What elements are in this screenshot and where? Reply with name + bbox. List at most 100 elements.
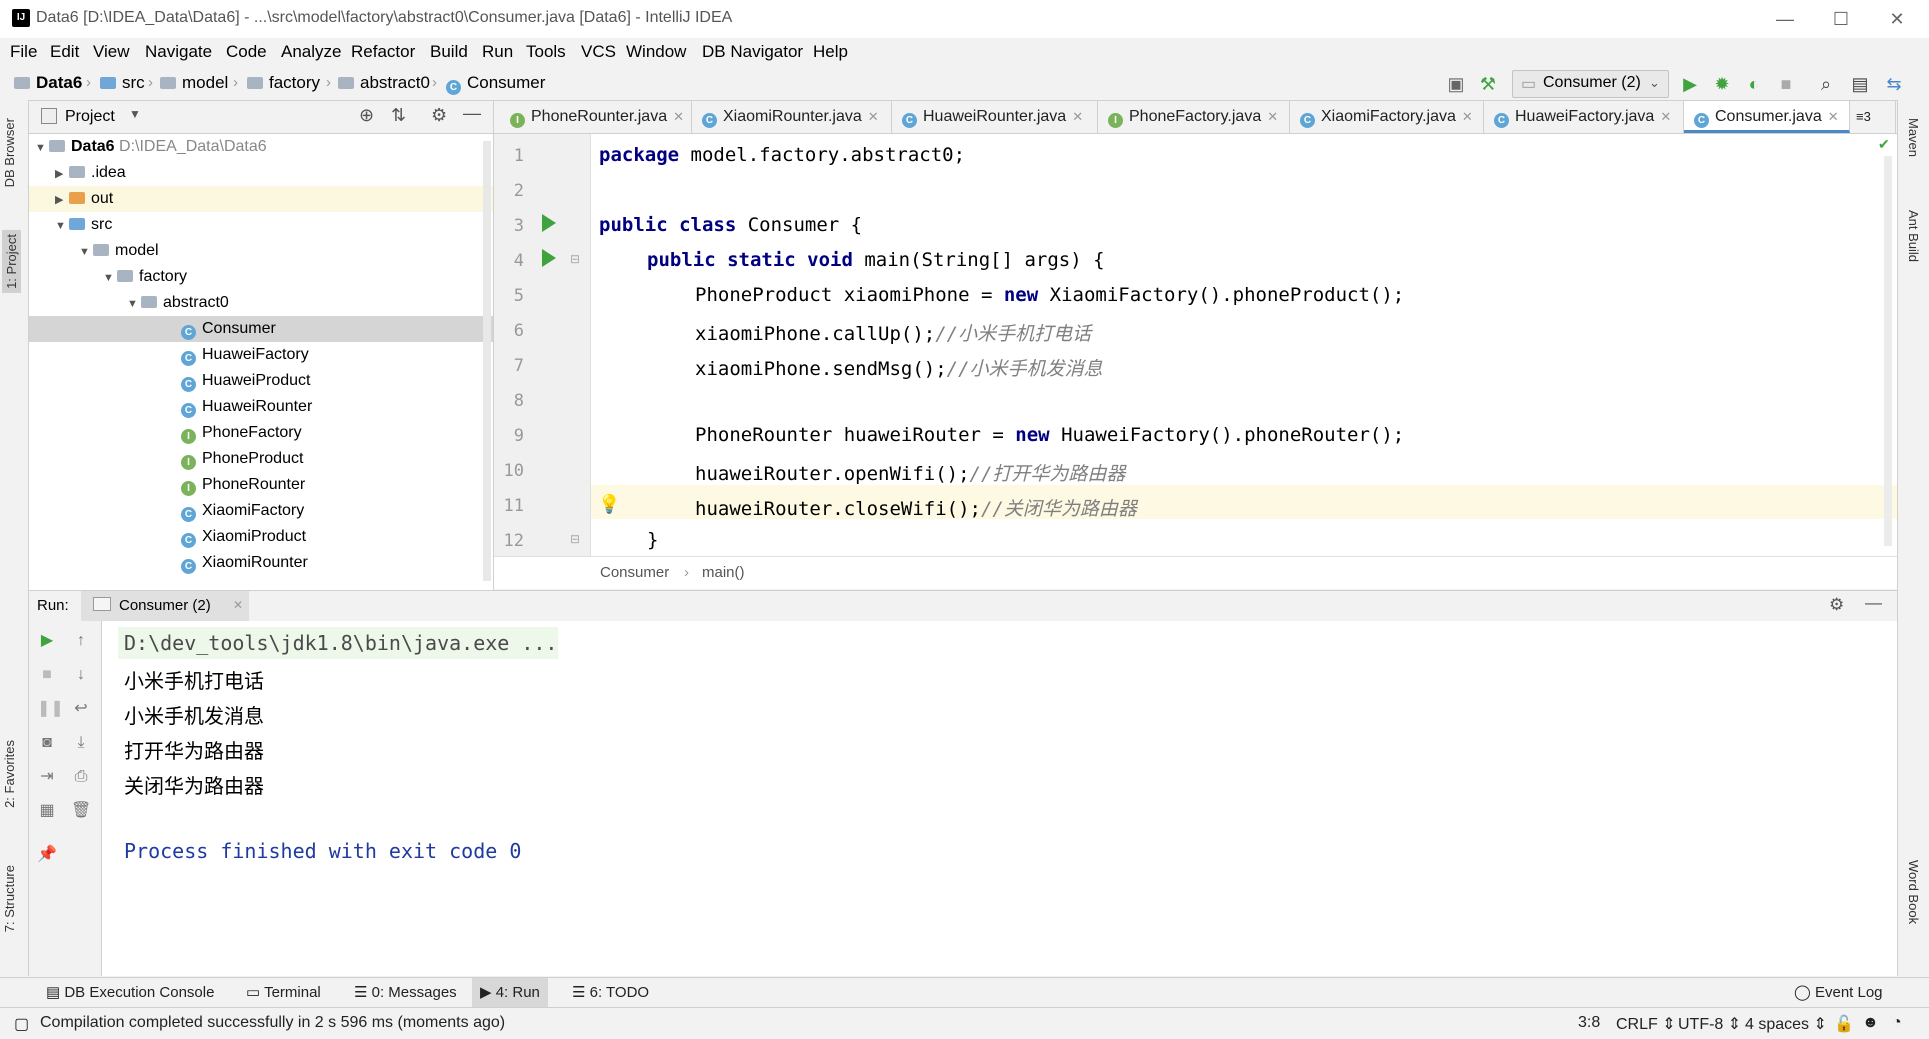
stop-icon[interactable]: ■ [37, 665, 57, 685]
tab-xiaomifactory[interactable]: C XiaomiFactory.java ✕ [1290, 101, 1484, 133]
run-configuration-select[interactable]: ▭ Consumer (2) ⌄ [1512, 70, 1669, 98]
close-icon[interactable]: ✕ [1267, 109, 1278, 124]
tab-xiaomirounter[interactable]: C XiaomiRounter.java ✕ [692, 101, 892, 133]
breadcrumb-consumer[interactable]: C Consumer [446, 73, 545, 95]
breadcrumb-factory[interactable]: factory [247, 73, 320, 93]
tree-item-out[interactable]: ▶ out [29, 186, 493, 212]
project-structure-icon[interactable]: ▣ [1444, 72, 1468, 96]
tree-item-idea[interactable]: ▶ .idea [29, 160, 493, 186]
menu-tools[interactable]: Tools [526, 42, 566, 62]
tree-item-model[interactable]: ▼ model [29, 238, 493, 264]
close-icon[interactable]: ✕ [673, 109, 684, 124]
fold-icon[interactable]: ⊟ [570, 532, 580, 546]
arrow-down-icon[interactable]: ↓ [71, 665, 91, 685]
tool-terminal[interactable]: ▭ Terminal [246, 983, 321, 1001]
menu-file[interactable]: File [10, 42, 37, 62]
tabs-overflow-button[interactable]: ≡3 [1850, 101, 1896, 133]
tab-phonerounter[interactable]: I PhoneRounter.java ✕ [500, 101, 692, 133]
pin-icon[interactable]: 📌 [37, 845, 57, 865]
editor-scrollbar[interactable] [1884, 156, 1892, 546]
tree-item-consumer[interactable]: C Consumer [29, 316, 493, 342]
status-panel-icon[interactable]: ▢ [14, 1014, 29, 1034]
camera-icon[interactable]: ◙ [37, 733, 57, 753]
close-icon[interactable]: ✕ [1660, 109, 1671, 124]
tree-item-xiaomifactory[interactable]: C XiaomiFactory [29, 498, 493, 524]
tree-item-src[interactable]: ▼ src [29, 212, 493, 238]
breadcrumb-model[interactable]: model [160, 73, 228, 93]
tree-item-factory[interactable]: ▼ factory [29, 264, 493, 290]
inspection-ok-icon[interactable]: ✔ [1878, 136, 1890, 153]
tab-phonefactory[interactable]: I PhoneFactory.java ✕ [1098, 101, 1290, 133]
translate-icon[interactable]: ⇆ [1882, 72, 1906, 96]
run-class-icon[interactable] [542, 214, 556, 232]
breadcrumb-project[interactable]: Data6 [14, 73, 82, 93]
tree-item-huaweiproduct[interactable]: C HuaweiProduct [29, 368, 493, 394]
tree-item-xiaomiproduct[interactable]: C XiaomiProduct [29, 524, 493, 550]
indent-setting[interactable]: 4 spaces ⇕ [1745, 1014, 1827, 1034]
event-icon[interactable]: ◔ [1892, 1014, 1902, 1032]
menu-window[interactable]: Window [626, 42, 686, 62]
rerun-icon[interactable]: ▶ [37, 631, 57, 651]
debug-icon[interactable]: ✹ [1710, 72, 1734, 96]
tool-todo[interactable]: ☰ 6: TODO [572, 983, 649, 1001]
tab-word-book[interactable]: Word Book [1906, 860, 1921, 924]
maximize-button[interactable]: ☐ [1813, 4, 1869, 34]
tab-consumer[interactable]: C Consumer.java ✕ [1684, 101, 1850, 133]
close-icon[interactable]: ✕ [868, 109, 879, 124]
run-main-icon[interactable] [542, 249, 556, 267]
run-tab-consumer[interactable]: Consumer (2) ✕ [81, 591, 249, 621]
close-icon[interactable]: ✕ [1828, 109, 1839, 124]
editor-breadcrumb-method[interactable]: main() [702, 564, 745, 581]
menu-vcs[interactable]: VCS [581, 42, 616, 62]
gear-icon[interactable]: ⚙ [1829, 595, 1844, 615]
print-icon[interactable]: ⎙ [71, 767, 91, 787]
scroll-to-end-icon[interactable]: ⤓ [71, 733, 91, 753]
build-hammer-icon[interactable]: ⚒ [1476, 72, 1500, 96]
tree-item-abstract0[interactable]: ▼ abstract0 [29, 290, 493, 316]
menu-build[interactable]: Build [430, 42, 468, 62]
editor-breadcrumb-class[interactable]: Consumer [600, 564, 669, 581]
coverage-icon[interactable]: ◐ [1742, 72, 1766, 96]
locate-icon[interactable]: ⊕ [359, 105, 374, 126]
gear-icon[interactable]: ⚙ [431, 105, 447, 126]
tree-item-xiaomirounter[interactable]: C XiaomiRounter [29, 550, 493, 576]
tab-db-browser[interactable]: DB Browser [2, 118, 17, 187]
file-encoding[interactable]: UTF-8 ⇕ [1678, 1014, 1741, 1034]
tree-item-root[interactable]: ▼ Data6 D:\IDEA_Data\Data6 [29, 134, 493, 160]
close-icon[interactable]: ✕ [1072, 109, 1083, 124]
tool-run[interactable]: ▶ 4: Run [472, 978, 548, 1008]
project-scrollbar[interactable] [483, 141, 491, 581]
tab-project[interactable]: 1: Project [2, 230, 21, 293]
menu-code[interactable]: Code [226, 42, 267, 62]
layout-icon[interactable]: ▦ [37, 801, 57, 821]
tool-messages[interactable]: ☰ 0: Messages [354, 983, 457, 1001]
menu-db-navigator[interactable]: DB Navigator [702, 42, 803, 62]
menu-refactor[interactable]: Refactor [351, 42, 415, 62]
lock-icon[interactable]: 🔓 [1834, 1014, 1854, 1034]
menu-navigate[interactable]: Navigate [145, 42, 212, 62]
tree-item-phonefactory[interactable]: I PhoneFactory [29, 420, 493, 446]
tree-item-huaweifactory[interactable]: C HuaweiFactory [29, 342, 493, 368]
tree-item-phoneproduct[interactable]: I PhoneProduct [29, 446, 493, 472]
collapse-all-icon[interactable]: ⇅ [391, 105, 406, 126]
tool-db-execution-console[interactable]: ▤ DB Execution Console [46, 983, 214, 1001]
line-separator[interactable]: CRLF ⇕ [1616, 1014, 1676, 1034]
tab-favorites[interactable]: 2: Favorites [2, 740, 17, 808]
hide-panel-icon[interactable]: — [463, 103, 481, 124]
breadcrumb-abstract0[interactable]: abstract0 [338, 73, 430, 93]
menu-edit[interactable]: Edit [50, 42, 79, 62]
tab-maven[interactable]: Maven [1906, 118, 1921, 157]
hide-panel-icon[interactable]: — [1865, 593, 1882, 613]
minimize-button[interactable]: — [1757, 4, 1813, 34]
pause-icon[interactable]: ❚❚ [37, 699, 64, 719]
status-message[interactable]: Compilation completed successfully in 2 … [40, 1014, 505, 1032]
menu-help[interactable]: Help [813, 42, 848, 62]
close-button[interactable]: ✕ [1869, 4, 1925, 34]
tool-event-log[interactable]: ◯ Event Log [1794, 983, 1883, 1001]
search-icon[interactable]: ⌕ [1814, 72, 1838, 96]
menu-analyze[interactable]: Analyze [281, 42, 341, 62]
console-output[interactable]: D:\dev_tools\jdk1.8\bin\java.exe ... 小米手… [102, 621, 1897, 976]
project-settings-icon[interactable]: ▤ [1848, 72, 1872, 96]
code-editor[interactable]: 1 2 3 4 5 6 7 8 9 10 11 12 ⊟ ⊟ 💡 package… [494, 134, 1897, 556]
run-icon[interactable]: ▶ [1678, 72, 1702, 96]
